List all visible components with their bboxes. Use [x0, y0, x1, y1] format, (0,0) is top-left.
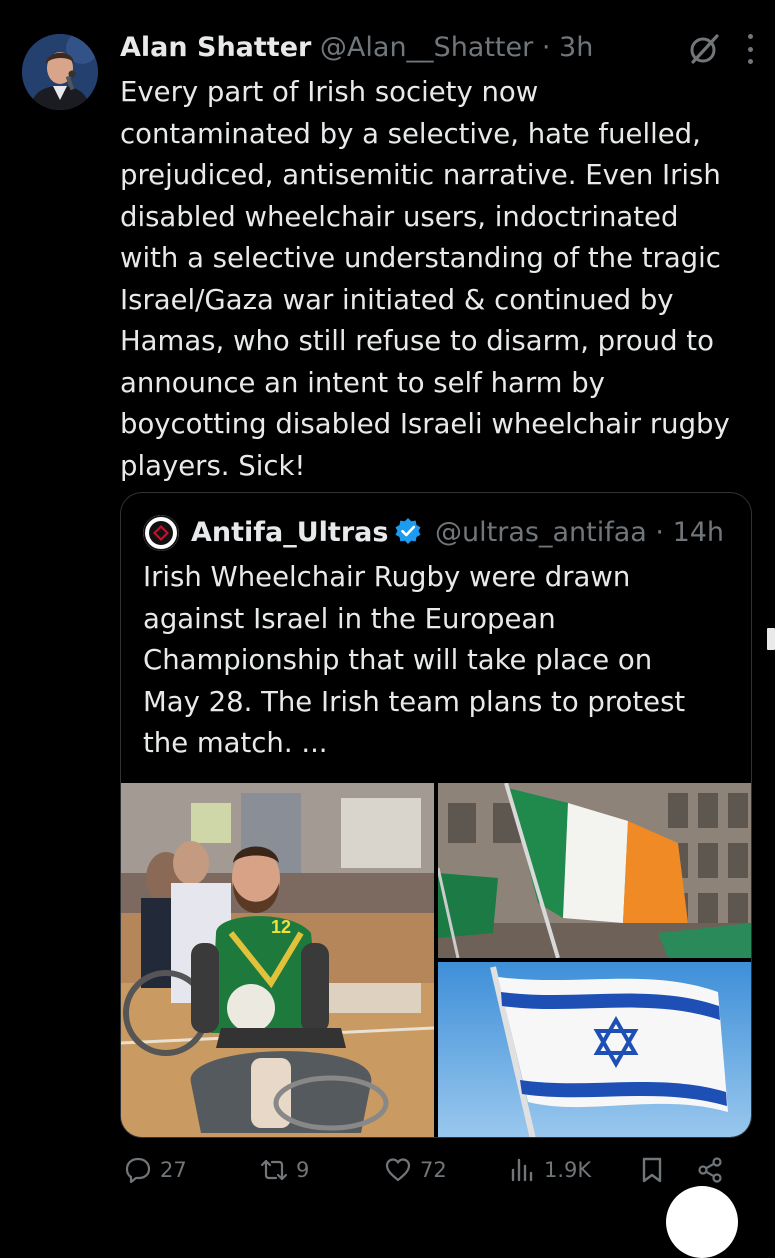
- scrollbar-thumb[interactable]: [767, 628, 775, 650]
- bookmark-button[interactable]: [638, 1156, 666, 1184]
- repost-count: 9: [296, 1158, 310, 1182]
- more-icon[interactable]: [745, 34, 755, 64]
- author-handle[interactable]: @Alan__Shatter: [320, 32, 533, 63]
- quoted-author-handle[interactable]: @ultras_antifaa: [435, 517, 647, 548]
- share-button[interactable]: [696, 1156, 724, 1184]
- quoted-author-name[interactable]: Antifa_Ultras: [191, 517, 388, 548]
- quoted-author-avatar[interactable]: [143, 515, 179, 551]
- grok-icon[interactable]: [687, 32, 721, 66]
- reply-icon: [125, 1157, 151, 1184]
- reply-button[interactable]: 27: [124, 1156, 187, 1184]
- like-button[interactable]: 72: [384, 1156, 447, 1184]
- separator-dot: ·: [655, 517, 664, 548]
- tweet-timestamp[interactable]: 3h: [559, 32, 593, 63]
- quoted-tweet-header: Antifa_Ultras @ultras_antifaa · 14h: [191, 513, 741, 553]
- tweet-header: Alan Shatter @Alan__Shatter · 3h: [120, 30, 755, 70]
- media-grid: 12: [121, 783, 751, 1137]
- quoted-tweet-text: Irish Wheelchair Rugby were drawn agains…: [143, 561, 686, 759]
- share-icon: [698, 1157, 722, 1183]
- israeli-flag-image[interactable]: [438, 962, 751, 1137]
- repost-icon: [260, 1159, 288, 1181]
- bookmark-icon: [642, 1157, 662, 1183]
- tweet[interactable]: Alan Shatter @Alan__Shatter · 3h Every p…: [0, 0, 775, 1258]
- views-icon: [511, 1158, 533, 1182]
- quoted-tweet-timestamp[interactable]: 14h: [673, 517, 724, 548]
- tweet-text: Every part of Irish society now contamin…: [120, 76, 730, 482]
- heart-icon: [385, 1158, 411, 1182]
- views-count: 1.9K: [544, 1158, 592, 1182]
- author-avatar[interactable]: [22, 34, 98, 110]
- repost-button[interactable]: 9: [260, 1156, 309, 1184]
- views-button[interactable]: 1.9K: [508, 1156, 591, 1184]
- like-count: 72: [420, 1158, 447, 1182]
- floating-action-button[interactable]: [666, 1186, 738, 1258]
- rugby-player-image[interactable]: 12: [121, 783, 434, 1137]
- irish-flag-image[interactable]: [438, 783, 751, 958]
- player-number: 12: [271, 917, 291, 937]
- author-name[interactable]: Alan Shatter: [120, 32, 311, 63]
- reply-count: 27: [160, 1158, 187, 1182]
- verified-badge-icon: [395, 518, 421, 544]
- quoted-tweet[interactable]: Antifa_Ultras @ultras_antifaa · 14h Iris…: [120, 492, 752, 1138]
- separator-dot: ·: [541, 32, 551, 63]
- tweet-actions: 27 9 72 1.9K: [120, 1150, 760, 1200]
